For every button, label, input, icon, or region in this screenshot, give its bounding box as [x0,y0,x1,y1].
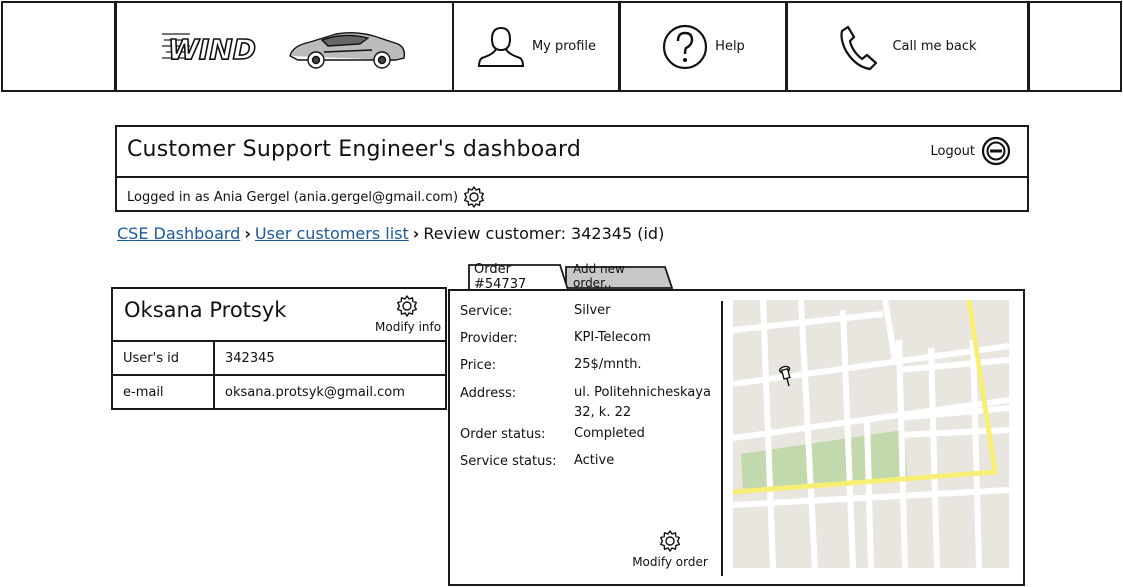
panel-divider [721,301,723,576]
logo-text: WIND [168,33,256,66]
row-value: oksana.protsyk@gmail.com [213,376,405,409]
logged-in-text: Logged in as Ania Gergel (ania.gergel@gm… [127,189,459,205]
row-label: User's id [123,351,179,366]
nav-label: My profile [531,39,597,54]
detail-value: KPI-Telecom [574,330,651,345]
detail-value: Completed [574,426,645,441]
table-row: User's id 342345 [113,340,445,375]
logged-in-bar: Logged in as Ania Gergel (ania.gergel@gm… [115,176,1029,212]
nav-label: Help [715,39,745,54]
detail-label: Provider: [460,331,518,346]
row-value: 342345 [213,342,275,375]
nav-label: Call me back [892,39,977,54]
detail-label: Price: [460,358,497,373]
gear-icon [660,530,680,552]
chevron-right-icon: › [244,224,251,243]
nav-my-profile[interactable]: My profile [452,1,620,92]
order-panel: Service: Silver Provider: KPI-Telecom Pr… [448,289,1025,586]
modify-info-button[interactable]: Modify info [375,294,442,334]
logo-image: WIND [161,31,405,69]
logo[interactable]: WIND [115,1,454,92]
detail-label: Service: [460,304,513,319]
help-icon [663,24,708,69]
page-title: Customer Support Engineer's dashboard [127,137,582,162]
breadcrumb-cse-dashboard[interactable]: CSE Dashboard [117,224,240,243]
breadcrumb-current: Review customer: 342345 (id) [423,224,665,243]
detail-value: ul. Politehnicheskaya 32, k. 22 [574,385,711,420]
breadcrumb-user-customers-list[interactable]: User customers list [255,224,409,243]
detail-label: Order status: [460,427,546,442]
modify-order-label: Modify order [632,555,708,569]
tab-order-54737[interactable]: Order #54737 [468,262,564,292]
logout-button[interactable]: Logout [930,136,1011,166]
modify-order-button[interactable]: Modify order [630,529,710,569]
gear-icon [397,295,417,317]
nav-call-me-back[interactable]: Call me back [786,1,1029,92]
customer-name: Oksana Protsyk [124,298,287,322]
detail-value: Active [574,453,615,468]
map[interactable] [733,300,1009,568]
settings-gear-icon[interactable] [462,185,486,209]
header-spacer-right [1028,1,1122,92]
logout-icon [981,136,1011,166]
tab-add-new-order[interactable]: Add new order.. [567,262,667,290]
header-spacer-left [1,1,116,92]
detail-value: 25$/mnth. [574,357,642,372]
table-row: e-mail oksana.protsyk@gmail.com [113,374,445,409]
detail-value: Silver [574,303,611,318]
detail-label: Address: [460,386,517,401]
detail-label: Service status: [460,454,557,469]
breadcrumb: CSE Dashboard › User customers list › Re… [117,224,664,243]
dashboard-header: Customer Support Engineer's dashboard Lo… [115,125,1029,178]
chevron-right-icon: › [412,224,420,243]
row-label: e-mail [123,385,164,400]
modify-info-label: Modify info [375,320,442,334]
phone-icon [840,25,878,70]
customer-card: Oksana Protsyk Modify info User's id 342… [111,287,447,410]
user-icon [477,26,524,67]
nav-help[interactable]: Help [619,1,787,92]
logout-label: Logout [930,143,975,159]
